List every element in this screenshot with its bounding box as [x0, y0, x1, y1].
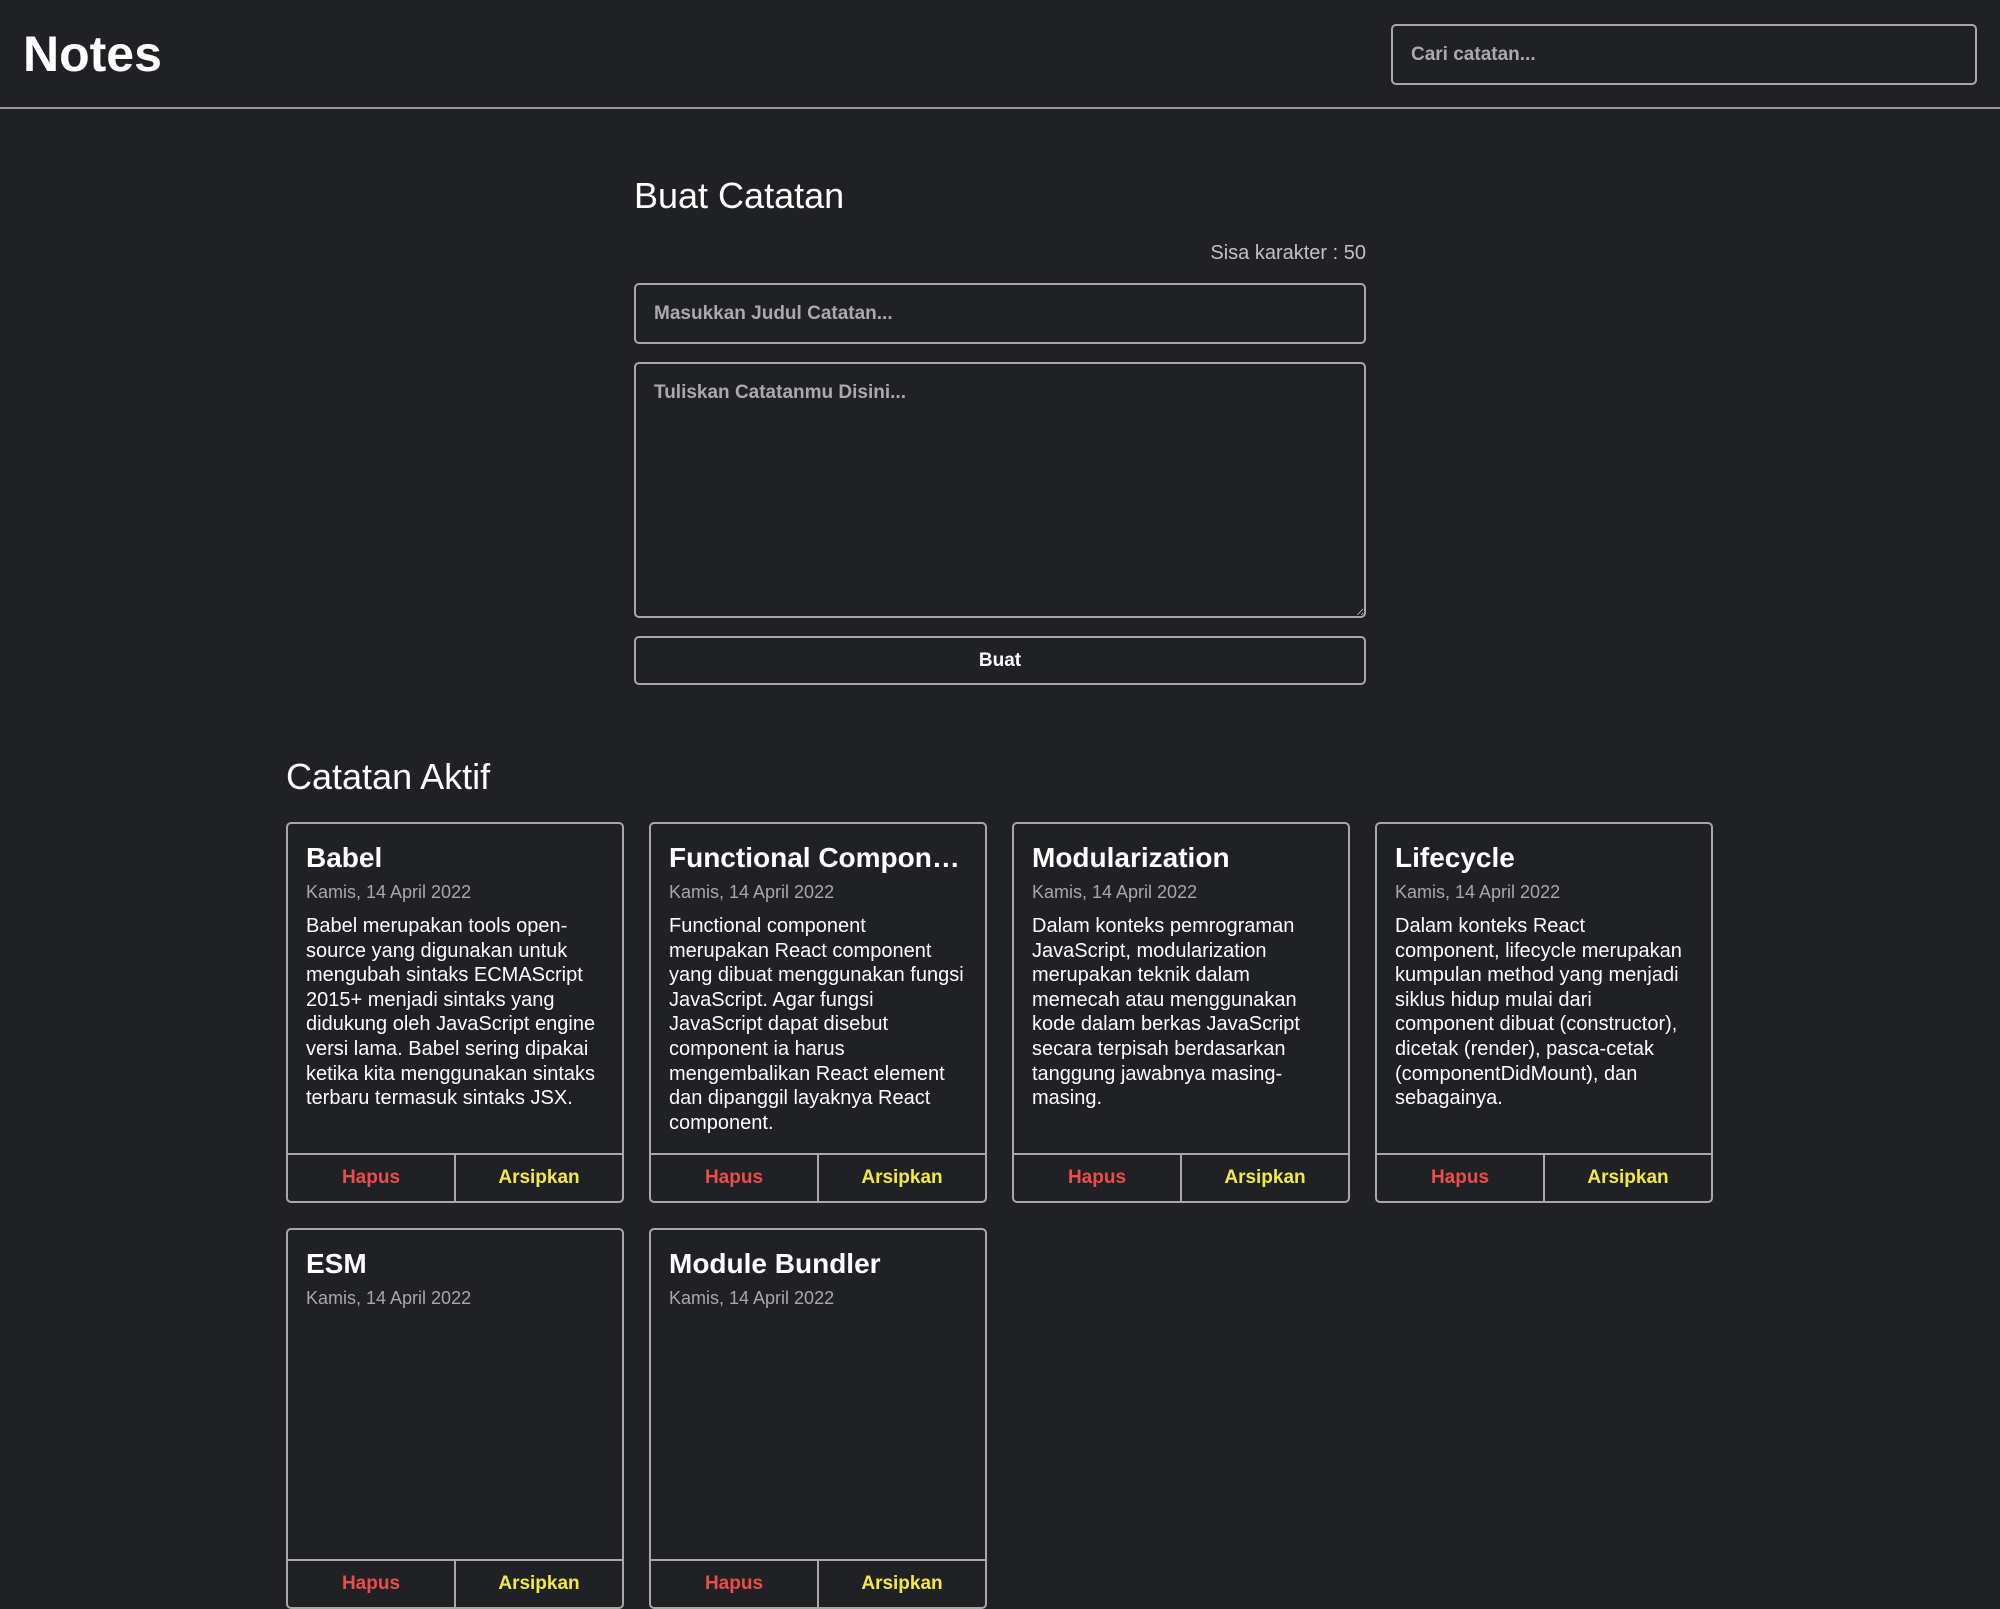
note-card-body: Module Bundler Kamis, 14 April 2022 [651, 1230, 985, 1559]
note-actions: Hapus Arsipkan [288, 1153, 622, 1201]
note-actions: Hapus Arsipkan [1014, 1153, 1348, 1201]
note-card-body: Functional Component Kamis, 14 April 2022… [651, 824, 985, 1153]
archive-button[interactable]: Arsipkan [819, 1561, 985, 1607]
note-card: ESM Kamis, 14 April 2022 Hapus Arsipkan [286, 1228, 624, 1609]
delete-button[interactable]: Hapus [1014, 1155, 1182, 1201]
note-date: Kamis, 14 April 2022 [1395, 882, 1561, 902]
note-date: Kamis, 14 April 2022 [669, 1288, 835, 1308]
note-actions: Hapus Arsipkan [651, 1153, 985, 1201]
archive-button[interactable]: Arsipkan [456, 1155, 622, 1201]
note-body: Babel merupakan tools open-source yang d… [306, 915, 596, 1110]
delete-button[interactable]: Hapus [651, 1561, 819, 1607]
archive-button[interactable]: Arsipkan [1545, 1155, 1711, 1201]
note-form: Buat Catatan Sisa karakter : 50 Buat [634, 160, 1366, 685]
note-actions: Hapus Arsipkan [1377, 1153, 1711, 1201]
note-body: Functional component merupakan React com… [669, 915, 964, 1134]
note-body-textarea[interactable] [634, 362, 1366, 618]
app-header: Notes [0, 0, 2000, 109]
note-card: Babel Kamis, 14 April 2022 Babel merupakan… [286, 822, 624, 1203]
archive-button[interactable]: Arsipkan [819, 1155, 985, 1201]
note-card-body: Lifecycle Kamis, 14 April 2022 Dalam konte… [1377, 824, 1711, 1153]
note-body: Dalam konteks React component, lifecycle… [1395, 915, 1682, 1110]
create-note-button[interactable]: Buat [634, 636, 1366, 685]
note-actions: Hapus Arsipkan [288, 1559, 622, 1607]
delete-button[interactable]: Hapus [1377, 1155, 1545, 1201]
delete-button[interactable]: Hapus [288, 1155, 456, 1201]
search-input[interactable] [1391, 24, 1977, 85]
note-title: Lifecycle [1395, 842, 1515, 873]
note-title: Modularization [1032, 842, 1230, 873]
note-title: ESM [306, 1248, 367, 1279]
note-date: Kamis, 14 April 2022 [1032, 882, 1198, 902]
active-notes-heading: Catatan Aktif [286, 756, 491, 797]
app-title: Notes [23, 26, 162, 82]
note-actions: Hapus Arsipkan [651, 1559, 985, 1607]
note-title: Module Bundler [669, 1248, 881, 1279]
char-counter: Sisa karakter : 50 [1210, 242, 1366, 264]
note-date: Kamis, 14 April 2022 [306, 1288, 472, 1308]
delete-button[interactable]: Hapus [651, 1155, 819, 1201]
archive-button[interactable]: Arsipkan [456, 1561, 622, 1607]
note-date: Kamis, 14 April 2022 [306, 882, 472, 902]
note-card-body: Babel Kamis, 14 April 2022 Babel merupakan… [288, 824, 622, 1153]
note-title-input[interactable] [634, 283, 1366, 344]
notes-list: Babel Kamis, 14 April 2022 Babel merupakan… [286, 822, 1713, 1609]
note-title: Functional Component [669, 842, 967, 873]
form-title: Buat Catatan [634, 175, 845, 216]
delete-button[interactable]: Hapus [288, 1561, 456, 1607]
note-title: Babel [306, 842, 383, 873]
note-date: Kamis, 14 April 2022 [669, 882, 835, 902]
note-body: Dalam konteks pemrograman JavaScript, mo… [1032, 915, 1300, 1110]
note-card: Module Bundler Kamis, 14 April 2022 Hapus A… [649, 1228, 987, 1609]
note-card-body: ESM Kamis, 14 April 2022 [288, 1230, 622, 1559]
archive-button[interactable]: Arsipkan [1182, 1155, 1348, 1201]
note-card: Lifecycle Kamis, 14 April 2022 Dalam konte… [1375, 822, 1713, 1203]
note-card-body: Modularization Kamis, 14 April 2022 Dalam … [1014, 824, 1348, 1153]
note-card: Functional Component Kamis, 14 April 2022… [649, 822, 987, 1203]
note-card: Modularization Kamis, 14 April 2022 Dalam … [1012, 822, 1350, 1203]
